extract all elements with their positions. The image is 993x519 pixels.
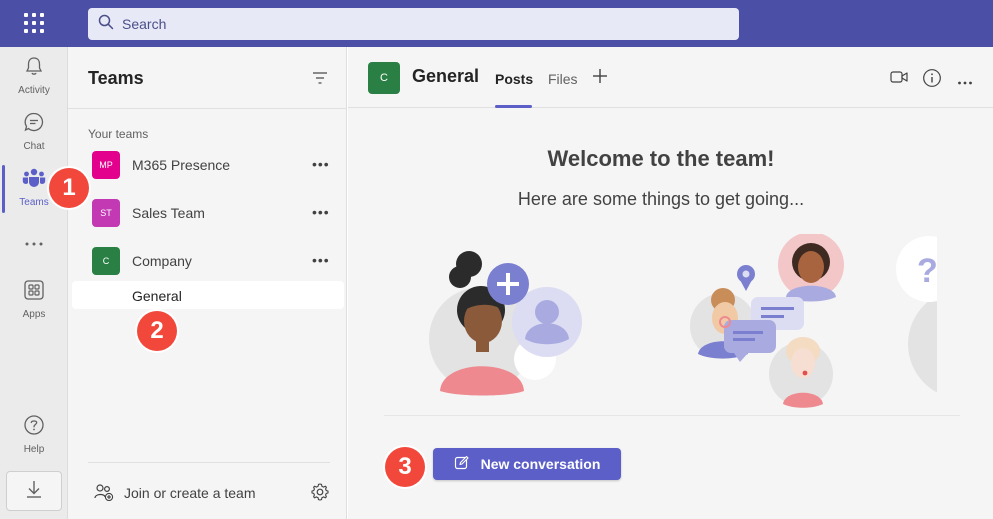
channel-view: C General Posts Files Welcome to the tea… [348,47,993,519]
rail-label: Help [23,443,45,455]
more-options-icon[interactable] [957,73,973,91]
step-marker-3: 3 [385,447,425,487]
top-bar: Search [0,0,993,47]
team-row-company[interactable]: C Company ••• [68,240,347,284]
compose-icon [454,455,469,473]
tab-files[interactable]: Files [548,71,578,87]
rail-item-more[interactable] [0,217,68,269]
search-box[interactable]: Search [88,8,739,40]
join-label: Join or create a team [124,485,256,501]
team-row-sales-team[interactable]: ST Sales Team ••• [68,192,347,236]
filter-icon[interactable] [312,71,328,90]
panel-title: Teams [88,68,144,88]
channel-content: Welcome to the team! Here are some thing… [348,109,993,519]
bell-icon [23,55,45,82]
new-conversation-label: New conversation [480,456,601,472]
more-options-icon[interactable]: ••• [312,156,330,172]
channel-item-general[interactable]: General [72,281,344,309]
divider [88,462,330,463]
more-options-icon[interactable]: ••• [312,252,330,268]
step-marker-1: 1 [49,168,89,208]
gear-icon[interactable] [310,482,330,507]
info-icon[interactable] [922,68,942,93]
welcome-subtitle: Here are some things to get going... [517,189,805,209]
step-marker-2: 2 [137,311,177,351]
team-avatar: ST [92,199,120,227]
channel-avatar: C [368,62,400,94]
join-or-create-team-button[interactable]: Join or create a team [68,477,347,509]
welcome-illustration: ? [418,232,993,414]
new-conversation-button[interactable]: New conversation [433,448,621,480]
rail-item-chat[interactable]: Chat [0,105,68,157]
section-label: Your teams [88,127,149,141]
search-placeholder: Search [122,16,167,32]
search-icon [98,14,114,35]
add-people-icon [94,483,114,506]
divider [384,415,960,416]
people-chat-illustration [690,232,844,408]
app-rail: Activity Chat Teams Apps Help [0,47,68,519]
divider [68,108,347,109]
apps-icon [23,279,45,306]
download-button[interactable] [6,471,62,511]
channel-title: General [412,66,480,86]
woman-avatar-illustration [429,251,582,396]
channel-header: C General Posts Files [348,47,993,108]
teams-panel: Teams Your teams MP M365 Presence ••• ST… [68,47,347,519]
question-illustration: ? [896,236,993,399]
rail-label: Activity [18,84,50,96]
more-options-icon[interactable]: ••• [312,204,330,220]
add-tab-icon[interactable] [592,66,608,88]
help-icon [23,414,45,441]
download-icon [25,479,43,504]
chat-icon [23,111,45,138]
team-avatar: MP [92,151,120,179]
welcome-heading: Welcome to the team! [547,146,775,171]
rail-label: Teams [19,196,49,208]
team-name: M365 Presence [132,157,231,173]
rail-label: Chat [23,140,45,152]
rail-item-activity[interactable]: Activity [0,49,68,101]
teams-icon [22,167,46,194]
video-call-icon[interactable] [890,68,908,91]
team-name: Company [132,253,192,269]
team-row-m365-presence[interactable]: MP M365 Presence ••• [68,144,347,188]
svg-text:?: ? [917,252,938,290]
rail-label: Apps [22,308,46,320]
tab-posts[interactable]: Posts [495,71,533,87]
active-tab-indicator [495,105,532,108]
rail-item-help[interactable]: Help [0,408,68,460]
rail-item-apps[interactable]: Apps [0,273,68,325]
more-icon [24,234,44,252]
team-avatar: C [92,247,120,275]
app-launcher-icon[interactable] [24,13,44,33]
channel-name: General [132,288,182,304]
team-name: Sales Team [132,205,205,221]
